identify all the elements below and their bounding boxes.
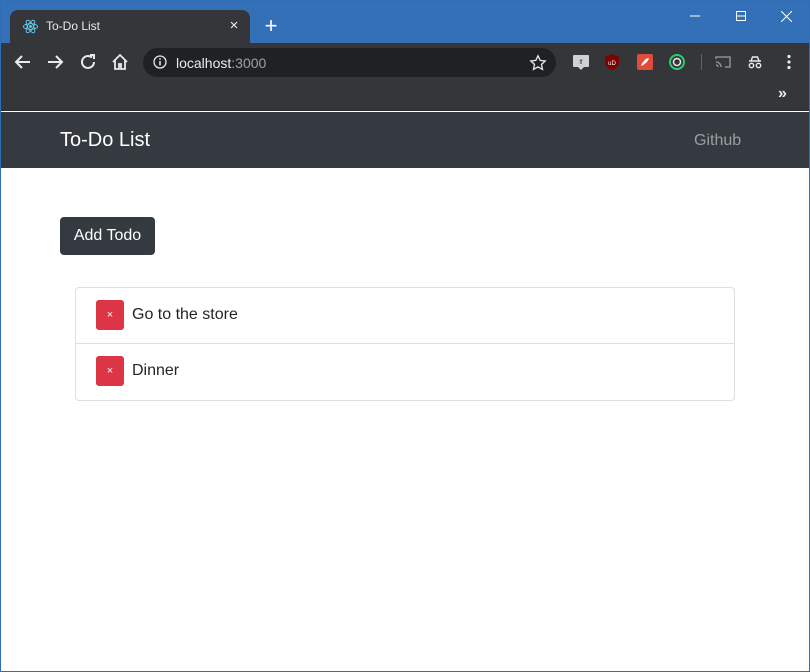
todo-text: Dinner (132, 362, 180, 379)
new-tab-button[interactable]: + (260, 15, 282, 37)
github-link[interactable]: Github (694, 132, 741, 150)
kebab-menu-icon[interactable] (780, 53, 798, 71)
window-minimize-icon (690, 15, 700, 17)
browser-toolbar: localhost:3000 ff uD (1, 43, 809, 81)
home-button[interactable] (108, 50, 132, 74)
add-todo-button[interactable]: Add Todo (60, 217, 155, 255)
browser-tab[interactable]: To-Do List × (10, 10, 250, 43)
todo-text: Go to the store (132, 306, 238, 323)
navbar-brand[interactable]: To-Do List (60, 129, 150, 152)
star-icon[interactable] (529, 54, 547, 72)
react-icon (22, 19, 39, 34)
toolbar-divider (701, 54, 702, 70)
delete-todo-button[interactable]: × (96, 356, 124, 386)
url-port: :3000 (231, 55, 267, 71)
browser-window: To-Do List × + localhost:3000 ff uD » To… (0, 0, 810, 672)
info-icon[interactable] (153, 55, 167, 69)
incognito-icon[interactable] (746, 53, 764, 71)
home-icon (112, 53, 128, 70)
todo-list: × Go to the store × Dinner (75, 287, 735, 401)
forward-button[interactable] (43, 50, 67, 74)
tab-close-icon[interactable]: × (226, 18, 242, 34)
maximize-icon (736, 11, 746, 21)
forward-arrow-icon (48, 55, 64, 69)
bookmarks-overflow-button[interactable]: » (778, 85, 787, 103)
address-bar[interactable]: localhost:3000 (143, 48, 556, 77)
ublock-origin-icon[interactable]: uD (603, 53, 621, 71)
bookmarks-bar: » (1, 81, 809, 111)
back-button[interactable] (11, 50, 35, 74)
app-navbar: To-Do List Github (1, 112, 809, 168)
tab-title: To-Do List (46, 19, 101, 33)
extension-ring-icon[interactable] (668, 53, 686, 71)
todo-item: × Go to the store (76, 288, 734, 344)
reload-icon (81, 54, 95, 69)
delete-todo-button[interactable]: × (96, 300, 124, 330)
close-icon (780, 10, 792, 22)
app-page: To-Do List Github Add Todo × Go to the s… (1, 112, 809, 671)
reload-button[interactable] (76, 50, 100, 74)
close-window-button[interactable] (763, 1, 809, 31)
extension-red-icon[interactable] (636, 53, 654, 71)
maximize-button[interactable] (718, 1, 764, 31)
back-arrow-icon (14, 55, 30, 69)
svg-text:ff: ff (579, 60, 583, 66)
minimize-window-button[interactable] (672, 1, 718, 31)
cast-icon[interactable] (714, 53, 732, 71)
extension-ff-icon[interactable]: ff (572, 53, 590, 71)
url-text: localhost:3000 (176, 55, 266, 71)
url-host: localhost (176, 55, 232, 71)
svg-text:uD: uD (608, 61, 616, 67)
todo-item: × Dinner (76, 344, 734, 400)
title-bar: To-Do List × + (1, 1, 809, 43)
